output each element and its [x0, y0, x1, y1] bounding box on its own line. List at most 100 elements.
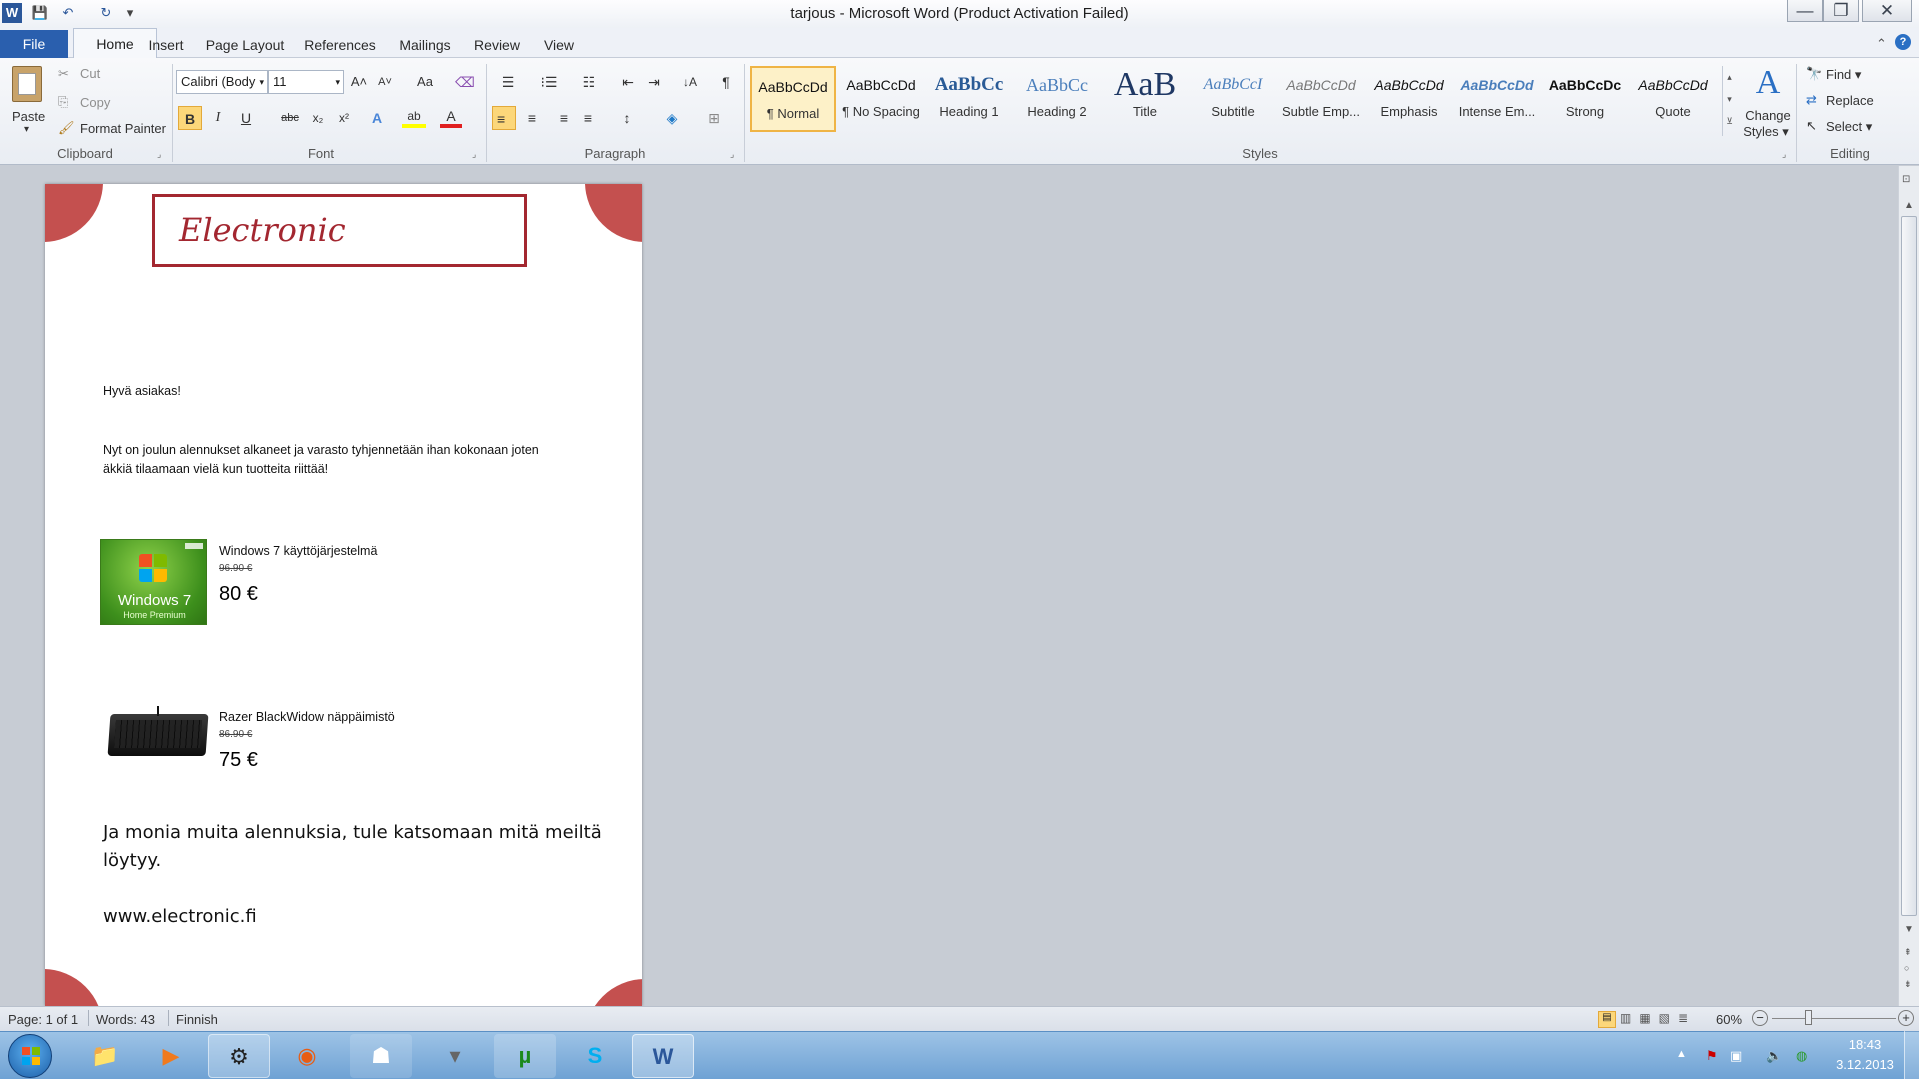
- style-quote[interactable]: AaBbCcDd Quote: [1630, 66, 1716, 132]
- format-painter-button[interactable]: Format Painter: [80, 121, 166, 136]
- style-emphasis[interactable]: AaBbCcDd Emphasis: [1366, 66, 1452, 132]
- scroll-down-icon[interactable]: ▼: [1904, 924, 1914, 935]
- paste-icon[interactable]: [12, 66, 42, 102]
- change-styles-button[interactable]: Change: [1744, 108, 1792, 123]
- language-indicator[interactable]: Finnish: [176, 1012, 218, 1027]
- document-page[interactable]: Electronic Hyvä asiakas! Nyt on joulun a…: [45, 184, 642, 1006]
- align-left-button[interactable]: ≡: [492, 106, 516, 130]
- word-taskbar-icon[interactable]: W: [632, 1034, 694, 1078]
- bullets-button[interactable]: ☰: [494, 70, 522, 94]
- browse-object-icons[interactable]: ⇞ ○ ⇟: [1904, 944, 1912, 992]
- line-spacing-button[interactable]: ↕: [612, 106, 642, 130]
- font-name-combo[interactable]: Calibri (Body ▾: [176, 70, 268, 94]
- highlight-button[interactable]: ab: [402, 106, 426, 128]
- close-button[interactable]: ✕: [1862, 0, 1912, 22]
- print-layout-icon[interactable]: ▤: [1598, 1011, 1616, 1028]
- tray-expand-icon[interactable]: ▲: [1676, 1048, 1687, 1060]
- paragraph-launcher-icon[interactable]: ⌟: [730, 149, 734, 160]
- zoom-slider[interactable]: [1772, 1018, 1896, 1019]
- tray-network-icon[interactable]: ▣: [1730, 1048, 1742, 1064]
- tab-page-layout[interactable]: Page Layout: [202, 34, 288, 58]
- cut-button[interactable]: Cut: [80, 66, 100, 81]
- tray-action-center-icon[interactable]: ⚑: [1706, 1048, 1718, 1064]
- tray-volume-icon[interactable]: 🔈: [1766, 1048, 1782, 1064]
- view-mode-icons[interactable]: ▥▦▧≣: [1620, 1011, 1696, 1025]
- style-normal[interactable]: AaBbCcDd ¶ Normal: [750, 66, 836, 132]
- style-title[interactable]: AaB Title: [1102, 66, 1188, 132]
- word-count[interactable]: Words: 43: [96, 1012, 155, 1027]
- clear-formatting-icon[interactable]: ⌫: [452, 70, 478, 94]
- utorrent-taskbar-icon[interactable]: µ: [494, 1034, 556, 1078]
- tab-mailings[interactable]: Mailings: [394, 34, 456, 58]
- style-no-spacing[interactable]: AaBbCcDd ¶ No Spacing: [838, 66, 924, 132]
- align-right-button[interactable]: ≡: [548, 106, 572, 130]
- firefox-taskbar-icon[interactable]: ◉: [276, 1034, 338, 1078]
- style-subtitle[interactable]: AaBbCcI Subtitle: [1190, 66, 1276, 132]
- superscript-button[interactable]: x²: [332, 106, 356, 130]
- styles-scroll[interactable]: ▴ ▾ ⊻: [1722, 66, 1736, 136]
- center-button[interactable]: ≡: [520, 106, 544, 130]
- zoom-out-button[interactable]: −: [1752, 1010, 1768, 1026]
- tab-view[interactable]: View: [538, 34, 580, 58]
- explorer-taskbar-icon[interactable]: 📁: [74, 1034, 136, 1078]
- replace-button[interactable]: Replace: [1826, 93, 1874, 108]
- help-icon[interactable]: ?: [1895, 34, 1911, 50]
- scroll-up-icon[interactable]: ▲: [1904, 200, 1914, 211]
- steam-taskbar-icon[interactable]: ⚙: [208, 1034, 270, 1078]
- vertical-scrollbar[interactable]: ⊡ ▲ ▼ ⇞ ○ ⇟: [1898, 166, 1919, 1006]
- zoom-level[interactable]: 60%: [1716, 1012, 1742, 1027]
- grow-font-button[interactable]: A˄: [348, 70, 370, 94]
- font-size-combo[interactable]: 11 ▾: [268, 70, 344, 94]
- start-button[interactable]: [8, 1034, 52, 1078]
- text-effects-button[interactable]: A: [366, 106, 388, 130]
- tray-app-icon[interactable]: ◍: [1796, 1048, 1807, 1064]
- clock-date[interactable]: 3.12.2013: [1830, 1057, 1900, 1072]
- show-marks-button[interactable]: ¶: [714, 70, 738, 94]
- style-subtle-emp[interactable]: AaBbCcDd Subtle Emp...: [1278, 66, 1364, 132]
- change-styles-button-line2[interactable]: Styles ▾: [1742, 124, 1790, 140]
- zoom-in-button[interactable]: +: [1898, 1010, 1914, 1026]
- multilevel-list-button[interactable]: ☷: [574, 70, 604, 94]
- restore-button[interactable]: ❐: [1823, 0, 1859, 22]
- copy-button[interactable]: Copy: [80, 95, 110, 110]
- find-button[interactable]: Find ▾: [1826, 67, 1861, 83]
- italic-button[interactable]: I: [206, 106, 230, 130]
- styles-launcher-icon[interactable]: ⌟: [1782, 149, 1786, 160]
- page-count[interactable]: Page: 1 of 1: [8, 1012, 78, 1027]
- tab-review[interactable]: Review: [470, 34, 524, 58]
- style-strong[interactable]: AaBbCcDc Strong: [1542, 66, 1628, 132]
- change-case-button[interactable]: Aa: [410, 70, 440, 94]
- ruler-toggle-icon[interactable]: ⊡: [1902, 174, 1910, 185]
- minimize-button[interactable]: —: [1787, 0, 1823, 22]
- tab-file[interactable]: File: [0, 30, 68, 58]
- underline-button[interactable]: U: [234, 106, 258, 130]
- app-taskbar-icon[interactable]: ▾: [424, 1034, 486, 1078]
- style-heading-1[interactable]: AaBbCc Heading 1: [926, 66, 1012, 132]
- select-button[interactable]: Select ▾: [1826, 119, 1872, 135]
- strikethrough-button[interactable]: abc: [276, 106, 304, 130]
- subscript-button[interactable]: x₂: [306, 106, 330, 130]
- clipboard-launcher-icon[interactable]: ⌟: [157, 149, 161, 160]
- paste-button[interactable]: Paste: [12, 109, 45, 124]
- style-intense-em[interactable]: AaBbCcDd Intense Em...: [1454, 66, 1540, 132]
- numbering-button[interactable]: ⁝☰: [534, 70, 564, 94]
- show-desktop-button[interactable]: [1904, 1031, 1919, 1079]
- font-color-button[interactable]: A: [440, 106, 462, 128]
- tab-references[interactable]: References: [300, 34, 380, 58]
- pidgin-taskbar-icon[interactable]: ☗: [350, 1034, 412, 1078]
- decrease-indent-button[interactable]: ⇤: [616, 70, 640, 94]
- clock-time[interactable]: 18:43: [1836, 1037, 1894, 1052]
- shrink-font-button[interactable]: A˅: [374, 70, 396, 94]
- justify-button[interactable]: ≡: [576, 106, 600, 130]
- borders-button[interactable]: ⊞: [698, 106, 730, 130]
- paste-dropdown-icon[interactable]: ▾: [24, 124, 29, 135]
- zoom-slider-thumb[interactable]: [1805, 1010, 1812, 1025]
- media-player-taskbar-icon[interactable]: ▶: [140, 1034, 202, 1078]
- sort-button[interactable]: ↓A: [678, 70, 702, 94]
- skype-taskbar-icon[interactable]: S: [564, 1034, 626, 1078]
- style-heading-2[interactable]: AaBbCc Heading 2: [1014, 66, 1100, 132]
- tab-insert[interactable]: Insert: [140, 34, 192, 58]
- shading-button[interactable]: ◈: [656, 106, 688, 130]
- minimize-ribbon-icon[interactable]: ⌃: [1876, 36, 1887, 52]
- scroll-thumb[interactable]: [1901, 216, 1917, 916]
